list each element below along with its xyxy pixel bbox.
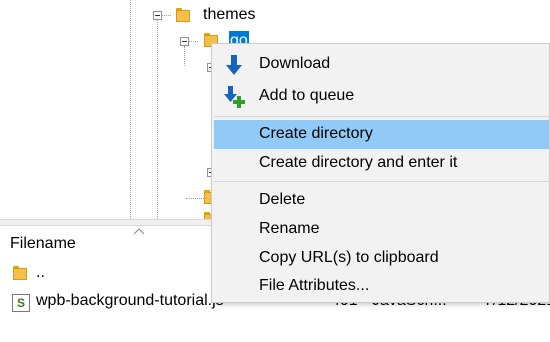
tree-guide-line bbox=[130, 0, 131, 219]
menu-item-label: Create directory bbox=[259, 125, 373, 142]
menu-item-label: Copy URL(s) to clipboard bbox=[259, 249, 439, 266]
menu-item-create-directory-and-enter[interactable]: Create directory and enter it bbox=[214, 149, 549, 178]
menu-separator bbox=[214, 181, 549, 182]
menu-item-delete[interactable]: Delete bbox=[214, 186, 549, 215]
menu-item-rename[interactable]: Rename bbox=[214, 215, 549, 244]
menu-item-label: Add to queue bbox=[259, 87, 355, 104]
menu-item-create-directory[interactable]: Create directory bbox=[214, 120, 549, 149]
sort-ascending-icon bbox=[133, 228, 145, 235]
download-arrow-icon bbox=[226, 55, 242, 75]
menu-item-label: Delete bbox=[259, 191, 306, 208]
menu-separator bbox=[214, 116, 549, 117]
javascript-file-icon: S bbox=[12, 294, 30, 312]
collapse-icon[interactable] bbox=[153, 11, 162, 20]
tree-connector bbox=[186, 198, 204, 199]
menu-item-label: Download bbox=[259, 55, 331, 72]
tree-guide-line bbox=[184, 46, 185, 66]
file-name: .. bbox=[36, 264, 45, 281]
tree-item-themes[interactable]: themes bbox=[203, 5, 255, 25]
folder-icon bbox=[176, 8, 190, 22]
menu-item-add-to-queue[interactable]: Add to queue bbox=[214, 82, 549, 111]
menu-item-label: File Attributes... bbox=[259, 277, 370, 294]
menu-item-copy-url[interactable]: Copy URL(s) to clipboard bbox=[214, 244, 549, 273]
menu-item-file-attributes[interactable]: File Attributes... bbox=[214, 272, 549, 301]
folder-icon bbox=[13, 266, 27, 280]
file-name: wpb-background-tutorial.js bbox=[36, 292, 224, 309]
context-menu: Download Add to queue Create directory C… bbox=[211, 43, 550, 303]
tree-guide-line bbox=[157, 20, 158, 219]
collapse-icon[interactable] bbox=[180, 37, 189, 46]
add-to-queue-icon bbox=[224, 86, 245, 108]
menu-item-label: Rename bbox=[259, 220, 320, 237]
column-header-filename[interactable]: Filename bbox=[10, 235, 76, 253]
menu-item-download[interactable]: Download bbox=[214, 50, 549, 79]
menu-item-label: Create directory and enter it bbox=[259, 154, 458, 171]
